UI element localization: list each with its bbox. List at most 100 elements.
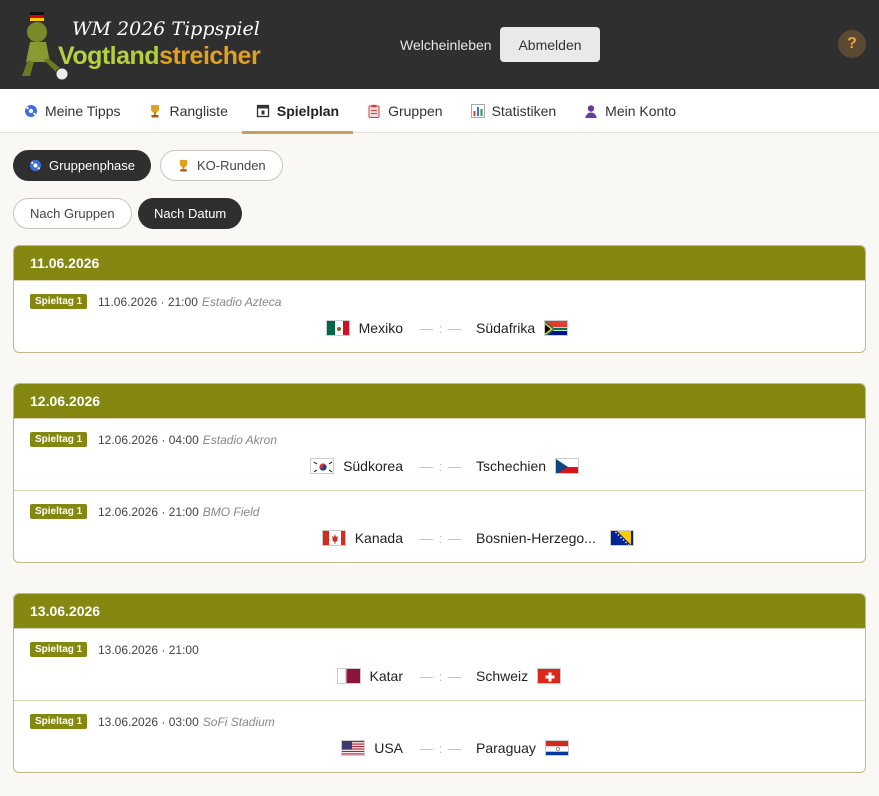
home-team: USA [341,740,403,756]
match-meta: 13.06.2026 · 03:00 SoFi Stadium [98,715,275,729]
bar-chart-icon [470,104,485,118]
away-team: Paraguay [476,740,569,756]
tab-label: Meine Tipps [45,103,121,119]
main-nav: Meine Tipps Rangliste Spielplan Gruppen … [0,89,879,134]
match-venue: BMO Field [202,505,260,519]
home-team: Kanada [321,530,403,546]
tab-label: Statistiken [491,103,557,119]
away-team-name: Paraguay [476,740,536,756]
tab-mein-konto[interactable]: Mein Konto [570,89,690,133]
score: — : — [420,669,462,684]
tab-rangliste[interactable]: Rangliste [134,89,241,133]
czech-flag-icon [555,458,580,474]
view-by-date-button[interactable]: Nach Datum [138,198,243,229]
match-datetime: 11.06.2026 · 21:00 [98,295,198,309]
match-datetime: 13.06.2026 · 21:00 [98,643,199,657]
day-card: 11.06.2026 Spieltag 1 11.06.2026 · 21:00… [13,245,866,353]
away-team: Bosnien-Herzego... [476,530,634,546]
trophy-icon [148,104,162,118]
match-row[interactable]: Spieltag 1 13.06.2026 · 21:00 Katar — : … [14,628,865,700]
home-team: Katar [336,668,403,684]
user-icon [584,104,598,118]
phase-ko-button[interactable]: KO-Runden [160,150,283,181]
tab-label: Gruppen [388,103,443,119]
tab-spielplan[interactable]: Spielplan [241,89,354,134]
tab-statistiken[interactable]: Statistiken [457,89,571,133]
away-team: Südafrika [476,320,569,336]
canada-flag-icon [321,530,346,546]
match-meta: 11.06.2026 · 21:00 Estadio Azteca [98,295,281,309]
score: — : — [420,321,462,336]
day-card: 12.06.2026 Spieltag 1 12.06.2026 · 04:00… [13,383,866,563]
matchday-badge: Spieltag 1 [30,642,88,657]
away-team: Tschechien [476,458,580,474]
away-team-name: Tschechien [476,458,547,474]
soccer-ball-icon [24,104,38,118]
tab-gruppen[interactable]: Gruppen [353,89,456,133]
view-by-group-button[interactable]: Nach Gruppen [13,198,132,229]
match-datetime: 12.06.2026 · 21:00 [98,505,199,519]
username: Welcheinleben [400,37,492,53]
tab-label: Mein Konto [605,103,676,119]
away-team-name: Schweiz [476,668,529,684]
usa-flag-icon [341,740,366,756]
score: — : — [420,741,462,756]
score: — : — [420,459,462,474]
match-meta: 12.06.2026 · 21:00 BMO Field [98,505,259,519]
help-button[interactable]: ? [838,30,866,58]
app-header: WM 2026 Tippspiel Vogtlandstreicher Welc… [0,0,879,89]
matchday-badge: Spieltag 1 [30,504,88,519]
match-row[interactable]: Spieltag 1 12.06.2026 · 21:00 BMO Field K… [14,490,865,562]
match-venue: Estadio Akron [202,433,278,447]
match-venue: Estadio Azteca [201,295,282,309]
away-team-name: Bosnien-Herzego... [476,530,596,546]
day-date: 11.06.2026 [14,246,865,280]
match-venue: SoFi Stadium [202,715,275,729]
score: — : — [420,531,462,546]
home-team-name: Südkorea [343,458,403,474]
match-meta: 12.06.2026 · 04:00 Estadio Akron [98,433,277,447]
south-africa-flag-icon [544,320,569,336]
trophy-icon [177,159,190,172]
app-logo[interactable]: WM 2026 Tippspiel Vogtlandstreicher [10,6,261,84]
south-korea-flag-icon [310,458,335,474]
home-team: Mexiko [325,320,403,336]
matchday-badge: Spieltag 1 [30,294,88,309]
brand-name-part2: streicher [159,42,261,70]
qatar-flag-icon [336,668,361,684]
home-team: Südkorea [310,458,403,474]
logout-button[interactable]: Abmelden [500,27,600,62]
switzerland-flag-icon [537,668,562,684]
match-row[interactable]: Spieltag 1 12.06.2026 · 04:00 Estadio Akr… [14,418,865,490]
mexico-flag-icon [325,320,350,336]
day-date: 12.06.2026 [14,384,865,418]
brand-name-part1: Vogtland [58,42,160,70]
app-title: WM 2026 Tippspiel [72,18,260,40]
away-team: Schweiz [476,668,562,684]
away-team-name: Südafrika [476,320,536,336]
day-date: 13.06.2026 [14,594,865,628]
match-meta: 13.06.2026 · 21:00 [98,643,203,657]
phase-ko-label: KO-Runden [197,158,266,173]
match-row[interactable]: Spieltag 1 11.06.2026 · 21:00 Estadio Azt… [14,280,865,352]
calendar-icon [256,104,270,118]
home-team-name: Kanada [354,530,403,546]
tab-label: Spielplan [276,103,340,119]
matchday-badge: Spieltag 1 [30,432,88,447]
phase-group-label: Gruppenphase [49,158,136,173]
tab-label: Rangliste [169,103,228,119]
matchday-badge: Spieltag 1 [30,714,88,729]
phase-group-button[interactable]: Gruppenphase [13,150,152,181]
tab-meine-tipps[interactable]: Meine Tipps [10,89,134,133]
match-row[interactable]: Spieltag 1 13.06.2026 · 03:00 SoFi Stadiu… [14,700,865,772]
brand-name: Vogtlandstreicher [58,42,261,71]
bosnia-flag-icon [609,530,634,546]
home-team-name: Katar [369,668,403,684]
home-team-name: Mexiko [358,320,403,336]
paraguay-flag-icon [544,740,569,756]
match-datetime: 12.06.2026 · 04:00 [98,433,199,447]
match-datetime: 13.06.2026 · 03:00 [98,715,199,729]
clipboard-icon [367,104,381,118]
home-team-name: USA [374,740,403,756]
day-card: 13.06.2026 Spieltag 1 13.06.2026 · 21:00… [13,593,866,773]
